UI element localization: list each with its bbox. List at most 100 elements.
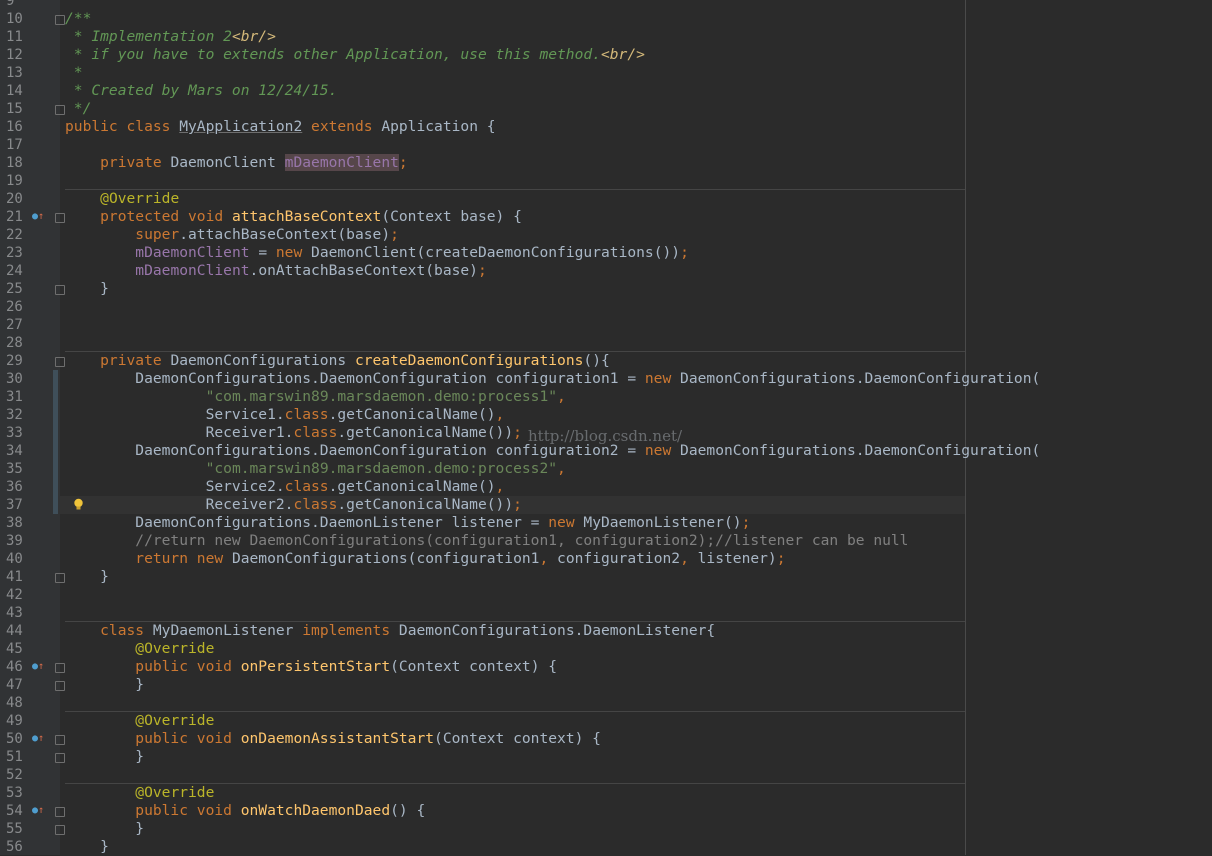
implements-method-icon[interactable]: ●↑ (32, 734, 44, 744)
code-line[interactable]: mDaemonClient = new DaemonClient(createD… (65, 244, 689, 262)
code-token: .getCanonicalName()) (337, 424, 514, 441)
code-line[interactable]: Service1.class.getCanonicalName(), (65, 406, 505, 424)
code-line[interactable]: @Override (65, 712, 214, 730)
code-line[interactable]: DaemonConfigurations.DaemonConfiguration… (65, 370, 1040, 388)
code-token: Service2. (65, 478, 285, 495)
code-line[interactable]: super.attachBaseContext(base); (65, 226, 399, 244)
code-line[interactable]: } (65, 748, 144, 766)
code-line[interactable]: return new DaemonConfigurations(configur… (65, 550, 786, 568)
line-number: 29 (6, 353, 23, 369)
code-line[interactable]: * Implementation 2<br/> (65, 28, 276, 46)
line-number: 18 (6, 155, 23, 171)
code-line[interactable]: /** (65, 10, 91, 28)
implements-method-icon[interactable]: ●↑ (32, 662, 44, 672)
line-number: 14 (6, 83, 23, 99)
code-token: , (495, 478, 505, 495)
code-line[interactable]: Receiver2.class.getCanonicalName()); (65, 496, 522, 514)
right-margin-guide (965, 0, 966, 855)
code-line[interactable]: private DaemonConfigurations createDaemo… (65, 352, 610, 370)
code-token: DaemonClient(createDaemonConfigurations(… (311, 244, 681, 261)
line-number: 22 (6, 227, 23, 243)
fold-toggle-icon[interactable] (55, 753, 65, 763)
code-line[interactable]: public void onPersistentStart(Context co… (65, 658, 557, 676)
line-number: 15 (6, 101, 23, 117)
fold-toggle-icon[interactable] (55, 357, 65, 367)
code-line[interactable]: * if you have to extends other Applicati… (65, 46, 645, 64)
line-number: 53 (6, 785, 23, 801)
code-line[interactable]: } (65, 280, 109, 298)
code-line[interactable]: Service2.class.getCanonicalName(), (65, 478, 505, 496)
code-line[interactable]: } (65, 676, 144, 694)
code-token: .attachBaseContext(base) (179, 226, 391, 243)
vcs-change-marker[interactable] (53, 370, 58, 514)
code-editor[interactable]: 9 10 11 12 13 14 15 16 17 18 19 20 21 22 23 24 25 26 27 28 2… (0, 0, 1212, 855)
line-number: 43 (6, 605, 23, 621)
code-line[interactable]: "com.marswin89.marsdaemon.demo:process1"… (65, 388, 566, 406)
line-number: 34 (6, 443, 23, 459)
line-number: 17 (6, 137, 23, 153)
code-line[interactable]: @Override (65, 190, 179, 208)
fold-toggle-icon[interactable] (55, 681, 65, 691)
code-line[interactable]: DaemonConfigurations.DaemonListener list… (65, 514, 750, 532)
fold-toggle-icon[interactable] (55, 285, 65, 295)
line-number: 47 (6, 677, 23, 693)
code-line[interactable]: @Override (65, 640, 214, 658)
code-token: DaemonConfigurations.DaemonListener list… (65, 514, 549, 531)
line-number: 45 (6, 641, 23, 657)
overrides-method-icon[interactable]: ●↑ (32, 212, 44, 222)
code-token: onWatchDaemonDaed (240, 802, 391, 819)
line-number-gutter[interactable]: 9 10 11 12 13 14 15 16 17 18 19 20 21 22 23 24 25 26 27 28 2… (0, 0, 65, 855)
code-line[interactable]: public class MyApplication2 extends Appl… (65, 118, 496, 136)
code-line[interactable]: } (65, 838, 109, 856)
code-line[interactable]: public void onDaemonAssistantStart(Conte… (65, 730, 601, 748)
code-line[interactable]: } (65, 568, 109, 586)
fold-toggle-icon[interactable] (55, 735, 65, 745)
line-number: 21 (6, 209, 23, 225)
code-token: class (284, 478, 329, 495)
code-token: new (548, 514, 584, 531)
line-number: 40 (6, 551, 23, 567)
fold-toggle-icon[interactable] (55, 663, 65, 673)
fold-toggle-icon[interactable] (55, 573, 65, 583)
implements-method-icon[interactable]: ●↑ (32, 806, 44, 816)
code-line[interactable]: private DaemonClient mDaemonClient; (65, 154, 408, 172)
code-line[interactable]: "com.marswin89.marsdaemon.demo:process2"… (65, 460, 566, 478)
code-token: , (539, 550, 558, 567)
code-token: new (275, 244, 312, 261)
code-line[interactable]: * (65, 64, 83, 82)
line-number: 51 (6, 749, 23, 765)
code-line[interactable]: } (65, 820, 144, 838)
fold-toggle-icon[interactable] (55, 825, 65, 835)
code-line[interactable]: class MyDaemonListener implements Daemon… (65, 622, 715, 640)
line-number: 44 (6, 623, 23, 639)
fold-toggle-icon[interactable] (55, 15, 65, 25)
code-token: configuration2 (557, 550, 681, 567)
code-token: ; (390, 226, 399, 243)
code-token: <br/> (231, 28, 276, 45)
code-line[interactable]: protected void attachBaseContext(Context… (65, 208, 522, 226)
code-line[interactable]: * Created by Mars on 12/24/15. (65, 82, 338, 100)
line-number: 19 (6, 173, 23, 189)
code-line[interactable]: Receiver1.class.getCanonicalName()); (65, 424, 522, 442)
fold-toggle-icon[interactable] (55, 105, 65, 115)
fold-toggle-icon[interactable] (55, 213, 65, 223)
lightbulb-icon[interactable] (73, 498, 84, 511)
code-line[interactable]: */ (65, 100, 92, 118)
code-token: , (557, 388, 566, 405)
code-line[interactable]: mDaemonClient.onAttachBaseContext(base); (65, 262, 486, 280)
code-token: class (65, 622, 153, 639)
code-token: Receiver2. (65, 496, 294, 513)
line-number: 31 (6, 389, 23, 405)
line-number: 13 (6, 65, 23, 81)
line-number: 32 (6, 407, 23, 423)
code-line[interactable]: public void onWatchDaemonDaed() { (65, 802, 425, 820)
line-number: 28 (6, 335, 23, 351)
fold-toggle-icon[interactable] (55, 807, 65, 817)
code-token: protected void (65, 208, 232, 225)
code-line[interactable]: //return new DaemonConfigurations(config… (65, 532, 908, 550)
code-line[interactable]: @Override (65, 784, 214, 802)
code-token: = (249, 244, 276, 261)
line-number: 37 (6, 497, 23, 513)
code-token: ; (776, 550, 786, 567)
